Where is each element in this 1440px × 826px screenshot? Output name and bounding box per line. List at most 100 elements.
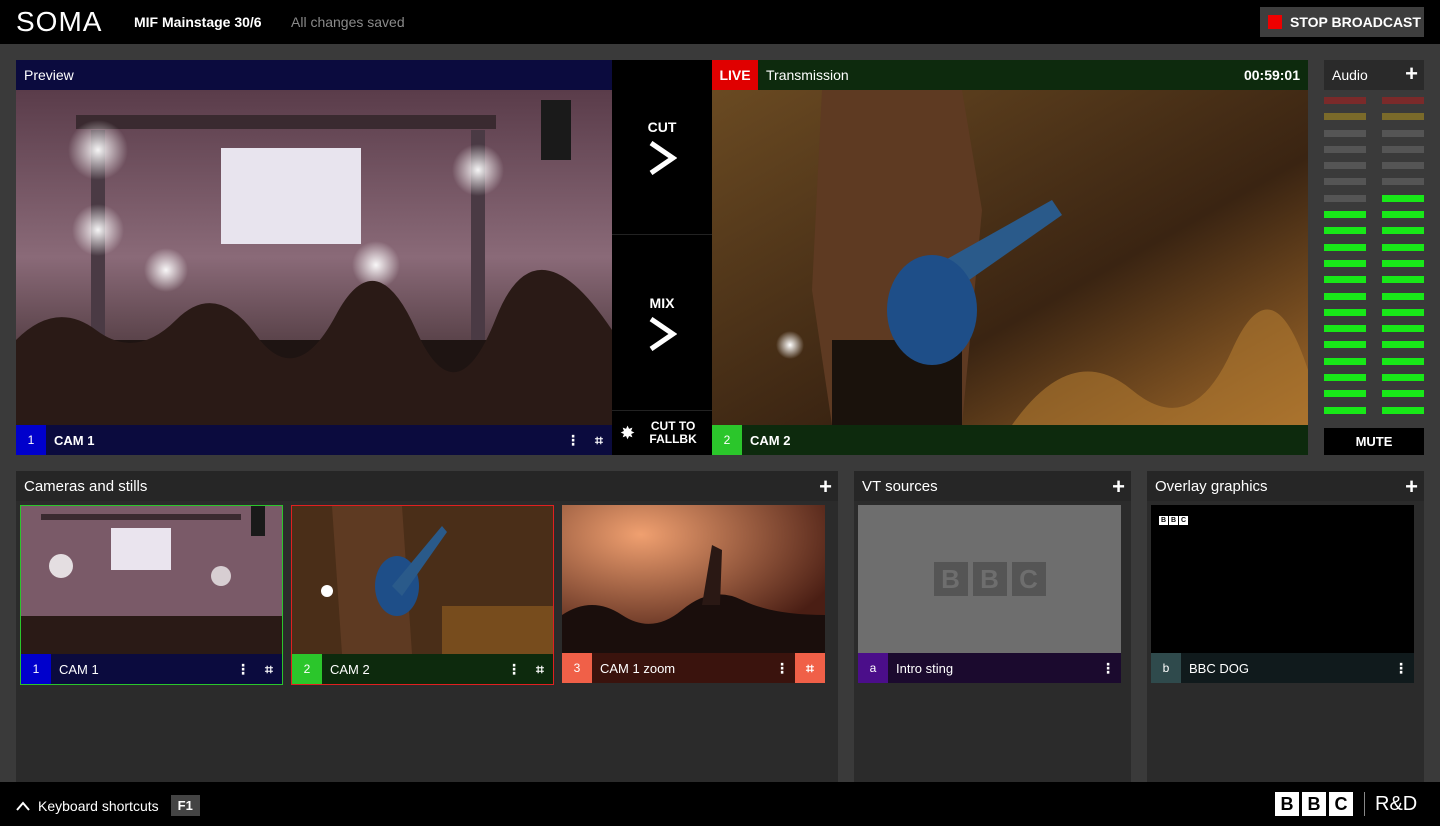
save-status: All changes saved xyxy=(291,14,405,30)
audio-meter-segment xyxy=(1382,357,1424,365)
audio-meter-segment xyxy=(1324,325,1366,333)
division-label: R&D xyxy=(1375,792,1418,815)
audio-meter-segment xyxy=(1324,308,1366,316)
camera-thumb-2[interactable]: 2 CAM 2 ⋮ ⌗ xyxy=(291,505,554,685)
audio-meter-segment xyxy=(1324,194,1366,202)
audio-meter-segment xyxy=(1324,162,1366,170)
preview-footer: 1 CAM 1 ⋮ ⌗ xyxy=(16,425,612,455)
audio-meter-segment xyxy=(1324,341,1366,349)
audio-meter-segment xyxy=(1382,406,1424,414)
top-bar: SOMA MIF Mainstage 30/6 All changes save… xyxy=(0,0,1440,44)
camera-thumb-image xyxy=(292,506,553,654)
more-options-icon[interactable]: ⋮ xyxy=(1095,653,1121,683)
soma-logo: SOMA xyxy=(16,6,103,37)
audio-meter-segment xyxy=(1382,308,1424,316)
overlay-graphics-header: Overlay graphics + xyxy=(1147,471,1424,501)
cut-button[interactable]: CUT xyxy=(612,60,712,235)
chevron-right-icon xyxy=(649,141,677,175)
fallback-star-icon: ✸ xyxy=(620,422,636,443)
crop-icon[interactable]: ⌗ xyxy=(256,654,282,684)
more-options-icon[interactable]: ⋮ xyxy=(769,653,795,683)
preview-source-number: 1 xyxy=(16,425,46,455)
keyboard-shortcuts-toggle[interactable]: Keyboard shortcuts F1 xyxy=(16,795,200,816)
transmission-header: LIVE Transmission 00:59:01 xyxy=(712,60,1308,90)
cut-to-fallback-label: CUT TO FALLBK xyxy=(649,419,697,446)
preview-monitor: Preview 1 CAM 1 ⋮ ⌗ xyxy=(16,60,612,455)
audio-meter-segment xyxy=(1382,162,1424,170)
audio-meter-segment xyxy=(1382,194,1424,202)
camera-thumb-3[interactable]: 3 CAM 1 zoom ⋮ ⌗ xyxy=(562,505,825,685)
audio-meter-segment xyxy=(1324,97,1366,104)
audio-meter-segment xyxy=(1382,341,1424,349)
audio-meter-right xyxy=(1382,97,1424,425)
audio-meter-segment xyxy=(1324,178,1366,186)
audio-meter-segment xyxy=(1324,406,1366,414)
footer-bar: Keyboard shortcuts F1 BBC R&D xyxy=(0,782,1440,826)
camera-thumb-footer: 2 CAM 2 ⋮ ⌗ xyxy=(292,654,553,684)
more-options-icon[interactable]: ⋮ xyxy=(560,425,586,455)
chevron-up-icon xyxy=(16,800,30,811)
transmission-source-label: CAM 2 xyxy=(750,432,791,448)
crop-icon[interactable]: ⌗ xyxy=(795,653,825,683)
mix-button[interactable]: MIX xyxy=(612,235,712,410)
live-badge: LIVE xyxy=(712,60,758,90)
audio-meter-segment xyxy=(1324,113,1366,121)
audio-meter-segment xyxy=(1324,211,1366,219)
audio-meter-segment xyxy=(1382,178,1424,186)
audio-title: Audio xyxy=(1332,67,1368,83)
overlay-thumb[interactable]: B B C b BBC DOG ⋮ xyxy=(1151,505,1414,685)
audio-meters xyxy=(1324,90,1424,425)
audio-meter-segment xyxy=(1382,243,1424,251)
audio-meter-segment xyxy=(1324,357,1366,365)
audio-meter-segment xyxy=(1324,243,1366,251)
shortcut-key-badge: F1 xyxy=(170,795,200,816)
vt-source-thumb[interactable]: B B C a Intro sting ⋮ xyxy=(858,505,1121,685)
preview-title: Preview xyxy=(24,67,74,83)
transmission-monitor: LIVE Transmission 00:59:01 2 CAM 2 xyxy=(712,60,1308,455)
more-options-icon[interactable]: ⋮ xyxy=(501,654,527,684)
add-vt-source-icon[interactable]: + xyxy=(1112,474,1125,500)
add-camera-icon[interactable]: + xyxy=(819,474,832,500)
camera-number: 2 xyxy=(292,654,322,684)
audio-meter-segment xyxy=(1382,129,1424,137)
bbc-logo-blocks: B B C xyxy=(933,562,1046,596)
audio-meter-segment xyxy=(1382,374,1424,382)
audio-meter-segment xyxy=(1382,276,1424,284)
event-title[interactable]: MIF Mainstage 30/6 xyxy=(134,14,262,30)
transition-controls: CUT MIX ✸ CUT TO FALLBK xyxy=(612,60,712,455)
chevron-right-icon xyxy=(649,316,677,351)
transmission-image xyxy=(712,90,1308,425)
audio-meter-segment xyxy=(1382,145,1424,153)
audio-meter-segment xyxy=(1324,227,1366,235)
crop-icon[interactable]: ⌗ xyxy=(586,425,612,455)
crop-icon[interactable]: ⌗ xyxy=(527,654,553,684)
audio-meter-segment xyxy=(1382,390,1424,398)
camera-thumb-1[interactable]: 1 CAM 1 ⋮ ⌗ xyxy=(20,505,283,685)
mute-button[interactable]: MUTE xyxy=(1324,428,1424,455)
cameras-header: Cameras and stills + xyxy=(16,471,838,501)
more-options-icon[interactable]: ⋮ xyxy=(1388,653,1414,683)
preview-source-label: CAM 1 xyxy=(54,432,95,448)
bbc-rd-logo: BBC R&D xyxy=(1275,792,1417,816)
cut-to-fallback-button[interactable]: ✸ CUT TO FALLBK xyxy=(612,410,712,455)
audio-meter-segment xyxy=(1382,227,1424,235)
audio-meter-segment xyxy=(1324,259,1366,267)
vt-source-number: a xyxy=(858,653,888,683)
mute-label: MUTE xyxy=(1355,434,1393,449)
stop-icon xyxy=(1268,15,1282,29)
camera-thumb-footer: 1 CAM 1 ⋮ ⌗ xyxy=(21,654,282,684)
cut-label: CUT xyxy=(647,119,677,135)
add-audio-icon[interactable]: + xyxy=(1405,61,1418,87)
preview-header: Preview xyxy=(16,60,612,90)
audio-meter-segment xyxy=(1382,292,1424,300)
audio-meter-segment xyxy=(1324,129,1366,137)
cameras-panel: Cameras and stills + 1 CAM 1 ⋮ ⌗ 2 CAM 2… xyxy=(16,471,838,782)
vt-source-footer: a Intro sting ⋮ xyxy=(858,653,1121,683)
mix-label: MIX xyxy=(649,294,675,311)
more-options-icon[interactable]: ⋮ xyxy=(230,654,256,684)
stop-broadcast-button[interactable]: STOP BROADCAST xyxy=(1260,7,1424,37)
audio-panel: Audio + MUTE xyxy=(1324,60,1424,455)
add-overlay-icon[interactable]: + xyxy=(1405,474,1418,500)
overlay-graphics-title: Overlay graphics xyxy=(1155,477,1268,495)
camera-number: 1 xyxy=(21,654,51,684)
